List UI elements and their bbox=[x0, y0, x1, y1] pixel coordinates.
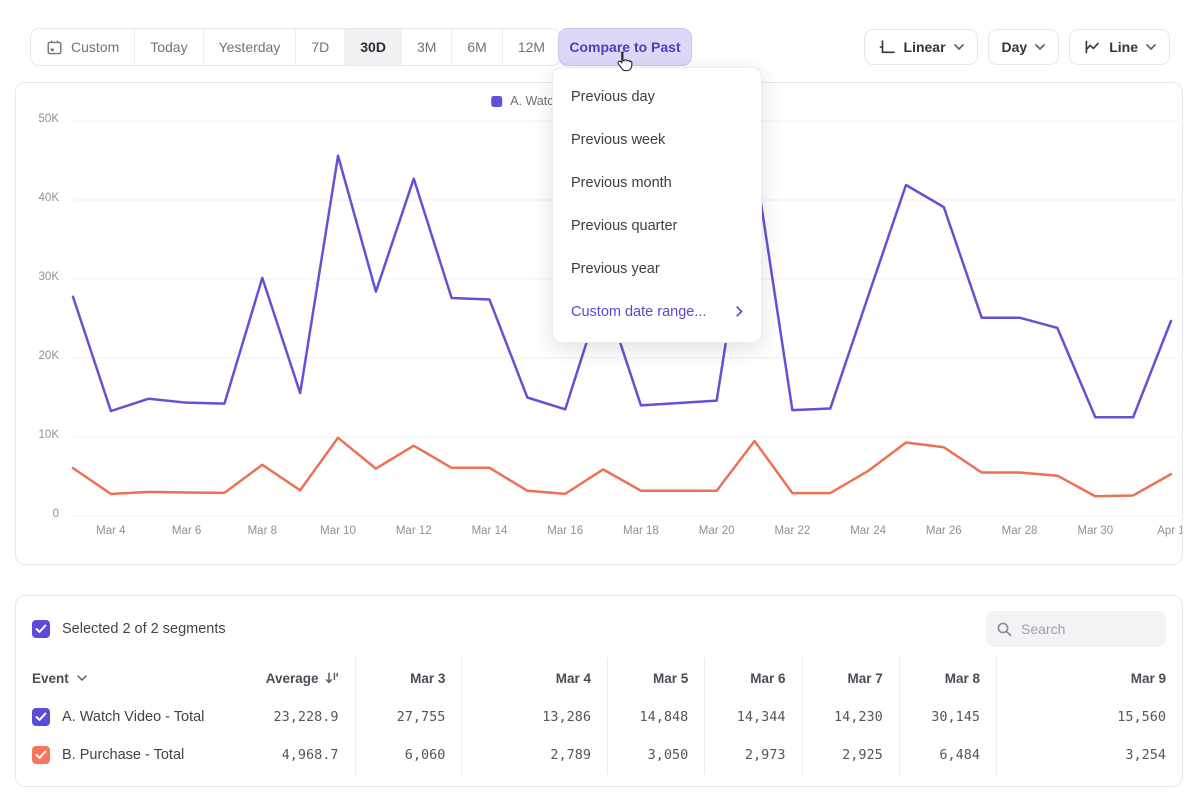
row-checkbox-watch-video[interactable] bbox=[32, 708, 50, 726]
menu-item-previous-year[interactable]: Previous year bbox=[553, 247, 761, 290]
chevron-down-icon bbox=[77, 675, 87, 681]
cell-mar9: 3,254 bbox=[997, 736, 1182, 774]
cell-mar6: 14,344 bbox=[705, 698, 802, 736]
column-header-mar7[interactable]: Mar 7 bbox=[803, 658, 900, 698]
menu-item-previous-week[interactable]: Previous week bbox=[553, 118, 761, 161]
chevron-down-icon bbox=[1035, 44, 1045, 50]
menu-item-custom-date-range[interactable]: Custom date range... bbox=[553, 290, 761, 333]
y-tick-label: 10K bbox=[16, 429, 59, 441]
row-checkbox-purchase[interactable] bbox=[32, 746, 50, 764]
menu-item-previous-day[interactable]: Previous day bbox=[553, 75, 761, 118]
x-tick-label: Mar 30 bbox=[1060, 525, 1130, 537]
compare-to-past-button[interactable]: Compare to Past bbox=[558, 28, 692, 66]
cell-average: 4,968.7 bbox=[258, 736, 355, 774]
search-box bbox=[986, 611, 1166, 647]
x-tick-label: Mar 20 bbox=[682, 525, 752, 537]
cell-mar4: 13,286 bbox=[462, 698, 608, 736]
column-header-mar3[interactable]: Mar 3 bbox=[356, 658, 463, 698]
x-tick-label: Mar 22 bbox=[757, 525, 827, 537]
x-tick-label: Mar 10 bbox=[303, 525, 373, 537]
compare-to-past-menu: Previous day Previous week Previous mont… bbox=[552, 67, 762, 343]
x-tick-label: Apr 1 bbox=[1136, 525, 1183, 537]
y-tick-label: 30K bbox=[16, 271, 59, 283]
y-tick-label: 20K bbox=[16, 350, 59, 362]
column-header-mar4[interactable]: Mar 4 bbox=[462, 658, 608, 698]
preset-label: Custom bbox=[71, 39, 119, 55]
y-tick-label: 0 bbox=[16, 508, 59, 520]
preset-custom[interactable]: Custom bbox=[31, 29, 135, 65]
line-chart-icon bbox=[1083, 38, 1101, 56]
preset-6m[interactable]: 6M bbox=[452, 29, 502, 65]
x-tick-label: Mar 4 bbox=[76, 525, 146, 537]
menu-item-previous-quarter[interactable]: Previous quarter bbox=[553, 204, 761, 247]
table-header-row: Event Average Mar 3 Mar 4 Mar 5 Mar 6 Ma… bbox=[16, 658, 1182, 698]
preset-today[interactable]: Today bbox=[135, 29, 203, 65]
calendar-icon bbox=[46, 39, 63, 56]
preset-yesterday[interactable]: Yesterday bbox=[204, 29, 297, 65]
x-tick-label: Mar 8 bbox=[227, 525, 297, 537]
scale-dropdown[interactable]: Linear bbox=[864, 29, 978, 65]
segments-summary: Selected 2 of 2 segments bbox=[62, 621, 226, 637]
column-header-mar8[interactable]: Mar 8 bbox=[900, 658, 997, 698]
chevron-down-icon bbox=[1146, 44, 1156, 50]
date-range-preset-group: Custom Today Yesterday 7D 30D 3M 6M 12M bbox=[30, 28, 561, 66]
x-tick-label: Mar 12 bbox=[379, 525, 449, 537]
select-all-checkbox[interactable] bbox=[32, 620, 50, 638]
table-row-watch-video: A. Watch Video - Total 23,228.9 27,755 1… bbox=[16, 698, 1182, 736]
x-tick-label: Mar 28 bbox=[985, 525, 1055, 537]
cell-mar7: 2,925 bbox=[803, 736, 900, 774]
chevron-right-icon bbox=[736, 306, 743, 317]
column-header-mar5[interactable]: Mar 5 bbox=[608, 658, 705, 698]
cell-mar7: 14,230 bbox=[803, 698, 900, 736]
preset-3m[interactable]: 3M bbox=[402, 29, 452, 65]
column-header-event[interactable]: Event bbox=[16, 658, 258, 698]
cell-average: 23,228.9 bbox=[258, 698, 355, 736]
cell-mar8: 6,484 bbox=[900, 736, 997, 774]
preset-12m[interactable]: 12M bbox=[503, 29, 560, 65]
chart-type-dropdown[interactable]: Line bbox=[1069, 29, 1170, 65]
cell-mar3: 6,060 bbox=[356, 736, 463, 774]
legend-swatch-purple bbox=[491, 96, 502, 107]
chevron-down-icon bbox=[954, 44, 964, 50]
sort-descending-icon bbox=[325, 671, 339, 685]
column-header-mar9[interactable]: Mar 9 bbox=[997, 658, 1182, 698]
cell-mar6: 2,973 bbox=[705, 736, 802, 774]
cell-mar5: 14,848 bbox=[608, 698, 705, 736]
x-tick-label: Mar 6 bbox=[152, 525, 222, 537]
series-line-1 bbox=[73, 438, 1171, 496]
y-tick-label: 40K bbox=[16, 192, 59, 204]
preset-7d[interactable]: 7D bbox=[296, 29, 345, 65]
segments-table-card: Selected 2 of 2 segments Event Average M bbox=[15, 595, 1183, 787]
menu-item-previous-month[interactable]: Previous month bbox=[553, 161, 761, 204]
cell-mar9: 15,560 bbox=[997, 698, 1182, 736]
segments-header: Selected 2 of 2 segments bbox=[16, 596, 1182, 658]
linear-axis-icon bbox=[878, 38, 896, 56]
column-header-mar6[interactable]: Mar 6 bbox=[705, 658, 802, 698]
x-tick-label: Mar 14 bbox=[454, 525, 524, 537]
search-input[interactable] bbox=[1021, 621, 1156, 637]
column-header-average[interactable]: Average bbox=[258, 658, 355, 698]
interval-dropdown[interactable]: Day bbox=[988, 29, 1060, 65]
table-row-purchase: B. Purchase - Total 4,968.7 6,060 2,789 … bbox=[16, 736, 1182, 774]
cell-mar5: 3,050 bbox=[608, 736, 705, 774]
row-label: A. Watch Video - Total bbox=[62, 709, 204, 725]
chart-controls: Linear Day Line bbox=[864, 29, 1170, 65]
cell-mar8: 30,145 bbox=[900, 698, 997, 736]
y-tick-label: 50K bbox=[16, 113, 59, 125]
x-tick-label: Mar 16 bbox=[530, 525, 600, 537]
search-icon bbox=[996, 621, 1013, 638]
x-tick-label: Mar 26 bbox=[909, 525, 979, 537]
x-tick-label: Mar 18 bbox=[606, 525, 676, 537]
row-label: B. Purchase - Total bbox=[62, 747, 184, 763]
cell-mar4: 2,789 bbox=[462, 736, 608, 774]
cell-mar3: 27,755 bbox=[356, 698, 463, 736]
x-tick-label: Mar 24 bbox=[833, 525, 903, 537]
preset-30d[interactable]: 30D bbox=[345, 29, 402, 65]
